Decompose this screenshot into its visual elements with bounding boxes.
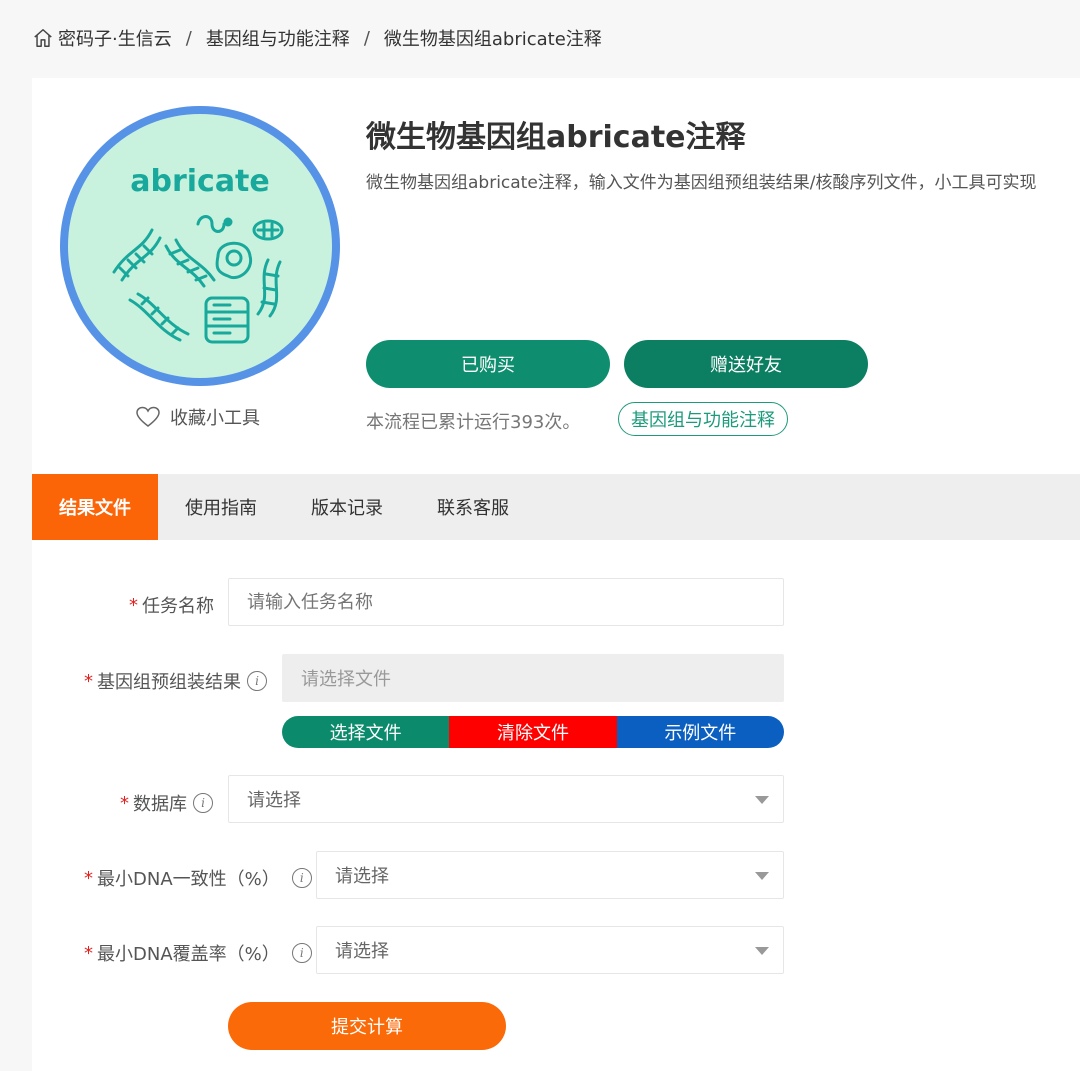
favorite-tool-button[interactable]: 收藏小工具 [136,404,260,430]
home-icon[interactable] [32,27,54,49]
caret-down-icon [755,796,769,804]
category-tag[interactable]: 基因组与功能注释 [618,402,788,436]
required-mark: * [84,942,93,964]
min-identity-select-value: 请选择 [335,866,389,887]
required-mark: * [84,867,93,889]
breadcrumb: 密码子·生信云 / 基因组与功能注释 / 微生物基因组abricate注释 [32,24,602,52]
purchased-button[interactable]: 已购买 [366,340,610,388]
database-label-text: 数据库 [133,794,187,815]
tab-version-history[interactable]: 版本记录 [284,474,410,540]
min-identity-select[interactable]: 请选择 [316,851,784,899]
required-mark: * [129,594,138,616]
submit-button[interactable]: 提交计算 [228,1002,506,1050]
caret-down-icon [755,872,769,880]
database-select[interactable]: 请选择 [228,775,784,823]
min-identity-label-text: 最小DNA一致性（%） [97,869,280,890]
tab-contact-support[interactable]: 联系客服 [410,474,536,540]
heart-icon [136,406,160,427]
breadcrumb-current: 微生物基因组abricate注释 [383,29,602,50]
breadcrumb-separator: / [363,27,370,49]
min-identity-label: * 最小DNA一致性（%） i [84,865,312,891]
tool-description: 微生物基因组abricate注释，输入文件为基因组预组装结果/核酸序列文件，小工… [366,173,1037,193]
tool-logo: abricate [60,106,340,386]
tab-result-files[interactable]: 结果文件 [32,474,158,540]
favorite-label: 收藏小工具 [170,408,260,429]
min-coverage-label-text: 最小DNA覆盖率（%） [97,944,280,965]
min-coverage-select-value: 请选择 [335,941,389,962]
database-label: * 数据库 i [120,790,213,816]
logo-inner: abricate [68,114,332,378]
breadcrumb-separator: / [185,27,192,49]
task-name-label-text: 任务名称 [142,596,214,617]
breadcrumb-category-link[interactable]: 基因组与功能注释 [206,25,350,51]
select-file-button[interactable]: 选择文件 [282,716,450,748]
min-coverage-select[interactable]: 请选择 [316,926,784,974]
tool-title: 微生物基因组abricate注释 [366,120,746,155]
run-count-text: 本流程已累计运行393次。 [366,412,581,433]
assembly-file-field: 请选择文件 [282,654,784,702]
task-name-label: * 任务名称 [129,592,214,618]
tab-bar: 结果文件 使用指南 版本记录 联系客服 [32,474,1080,540]
gift-friend-button[interactable]: 赠送好友 [624,340,868,388]
info-icon[interactable]: i [291,868,312,888]
assembly-label: * 基因组预组装结果 i [84,668,267,694]
info-icon[interactable]: i [291,943,312,963]
info-icon[interactable]: i [247,671,267,691]
breadcrumb-home-link[interactable]: 密码子·生信云 [58,25,172,51]
database-select-value: 请选择 [247,790,301,811]
file-button-group: 选择文件 清除文件 示例文件 [282,716,784,748]
caret-down-icon [755,947,769,955]
task-name-input[interactable] [228,578,784,626]
example-file-button[interactable]: 示例文件 [616,716,784,748]
dna-microbe-illustration-icon [112,215,284,344]
min-coverage-label: * 最小DNA覆盖率（%） i [84,940,312,966]
tool-card: abricate 收藏小工具 微生物基因组abricate注释 微生物基因组ab… [32,78,1080,1071]
assembly-label-text: 基因组预组装结果 [97,672,241,693]
required-mark: * [120,792,129,814]
info-icon[interactable]: i [193,793,213,813]
tab-user-guide[interactable]: 使用指南 [158,474,284,540]
clear-file-button[interactable]: 清除文件 [449,716,617,748]
logo-text: abricate [130,164,270,199]
required-mark: * [84,670,93,692]
